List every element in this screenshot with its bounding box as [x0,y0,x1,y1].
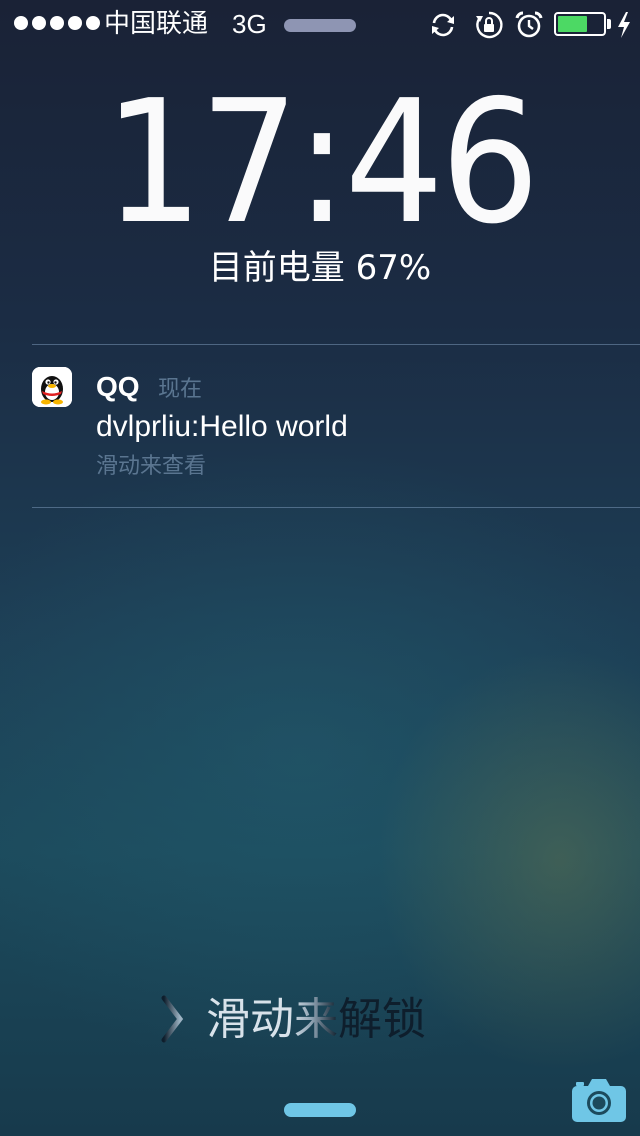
notification-time: 现在 [158,377,203,402]
control-center-grabber[interactable] [284,1103,356,1117]
notification-divider-top [32,344,640,345]
battery-icon [554,12,606,36]
battery-level-fill [558,16,587,32]
qq-penguin-icon [32,367,72,407]
lockscreen-clock: 17:46 [103,64,540,262]
battery-status-text: 目前电量 67% [208,248,432,288]
network-type: 3G [232,9,267,39]
slide-to-unlock-label: 滑动来解锁 [206,990,426,1050]
activity-indicator [284,19,356,32]
battery-tip [607,19,611,29]
alarm-icon [515,11,543,38]
status-bar: 中国联通 3G [0,0,640,48]
sync-icon [432,13,454,37]
signal-strength-icon [14,16,100,30]
rotation-lock-icon [476,11,503,39]
camera-icon[interactable] [570,1076,628,1124]
notification-app-name: QQ [96,371,140,402]
chevron-right-icon [161,995,184,1043]
carrier-name: 中国联通 [104,9,209,39]
notification-divider-bottom [32,507,640,508]
charging-bolt-icon [618,12,630,38]
notification-message: dvlprliu:Hello world [96,410,348,443]
notification-hint: 滑动来查看 [96,454,207,479]
